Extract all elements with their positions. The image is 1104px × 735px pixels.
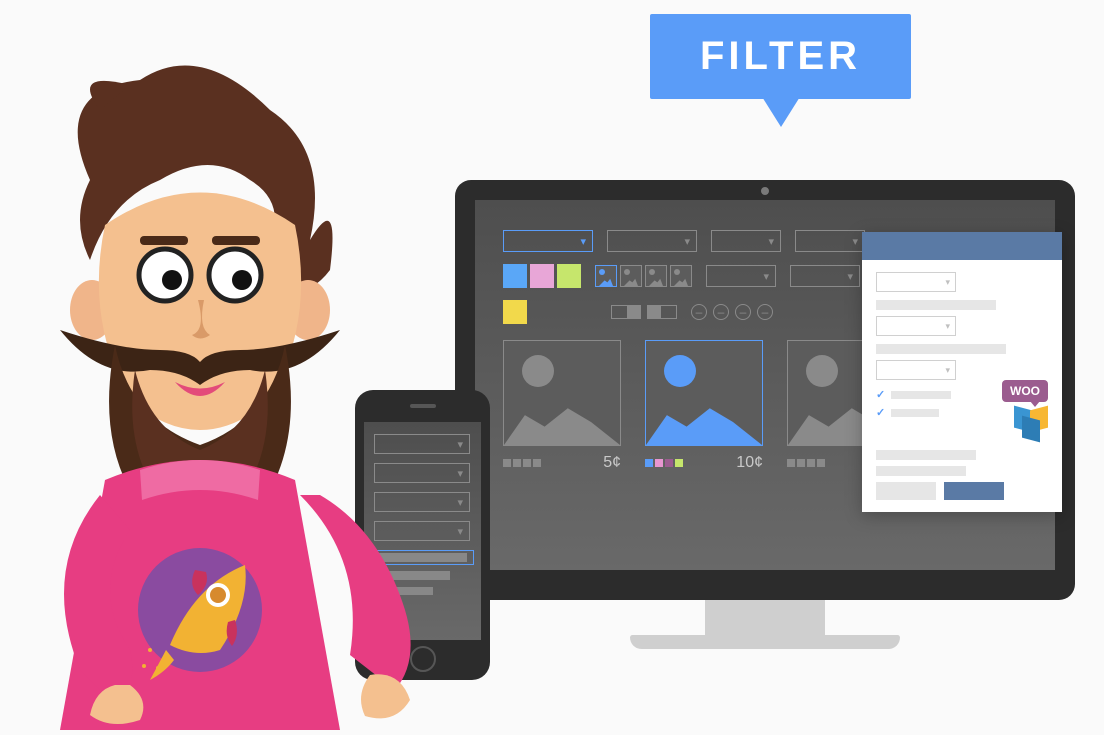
chevron-down-icon: ▾	[945, 365, 950, 376]
panel-header	[862, 232, 1062, 260]
chevron-down-icon: ▾	[768, 235, 774, 248]
radio-option[interactable]: –	[713, 304, 729, 320]
panel-buttons	[876, 482, 1048, 500]
thumbnail-option[interactable]	[620, 265, 642, 287]
chevron-down-icon: ▾	[852, 235, 858, 248]
product-price: 5¢	[603, 454, 621, 472]
thumbnail-option[interactable]	[595, 265, 617, 287]
color-swatch[interactable]	[557, 264, 581, 288]
monitor-stand	[705, 600, 825, 635]
product-swatches	[503, 459, 541, 467]
product-image-icon	[645, 340, 763, 446]
panel-bar	[876, 450, 976, 460]
chevron-down-icon: ▾	[763, 270, 769, 283]
webcam-icon	[761, 187, 769, 195]
dropdown-filter[interactable]: ▾	[706, 265, 776, 287]
dropdown-filter[interactable]: ▾	[790, 265, 860, 287]
chevron-down-icon: ▾	[945, 321, 950, 332]
color-swatch[interactable]	[503, 300, 527, 324]
monitor-base	[630, 635, 900, 649]
panel-dropdown[interactable]: ▾	[876, 360, 956, 380]
radio-option[interactable]: –	[757, 304, 773, 320]
chevron-down-icon: ▾	[847, 270, 853, 283]
dropdown-filter[interactable]: ▾	[795, 230, 865, 252]
panel-dropdown[interactable]: ▾	[876, 272, 956, 292]
product-price: 10¢	[736, 454, 763, 472]
chevron-down-icon: ▾	[457, 496, 463, 509]
filter-callout: FILTER	[650, 14, 911, 99]
product-card[interactable]: 5¢	[503, 340, 621, 472]
dropdown-filter[interactable]: ▾	[503, 230, 593, 252]
toggle-switch[interactable]	[611, 305, 641, 319]
panel-apply-button[interactable]	[944, 482, 1004, 500]
color-swatch[interactable]	[530, 264, 554, 288]
panel-cancel-button[interactable]	[876, 482, 936, 500]
callout-tail	[759, 92, 803, 127]
panel-bar	[876, 300, 996, 310]
product-swatches	[645, 459, 683, 467]
panel-bar	[876, 466, 966, 476]
dropdown-filter[interactable]: ▾	[711, 230, 781, 252]
toggle-switch[interactable]	[647, 305, 677, 319]
filter-label: FILTER	[650, 14, 911, 99]
color-swatch-group	[503, 300, 527, 324]
chevron-down-icon: ▾	[457, 438, 463, 451]
radio-group: – – – –	[691, 304, 773, 320]
radio-option[interactable]: –	[691, 304, 707, 320]
product-card[interactable]: 10¢	[645, 340, 763, 472]
visual-composer-logo-icon	[1014, 408, 1048, 442]
color-swatch[interactable]	[503, 264, 527, 288]
product-image-icon	[503, 340, 621, 446]
thumbnail-option[interactable]	[670, 265, 692, 287]
thumbnail-option[interactable]	[645, 265, 667, 287]
panel-bar	[876, 344, 1006, 354]
thumbnail-group	[595, 265, 692, 287]
mascot-character	[0, 50, 420, 730]
chevron-down-icon: ▾	[457, 467, 463, 480]
toggle-group	[611, 305, 677, 319]
chevron-down-icon: ▾	[684, 235, 690, 248]
filter-panel: ▾ ▾ ▾ WOO	[862, 232, 1062, 512]
color-swatch-group	[503, 264, 581, 288]
chevron-down-icon: ▾	[580, 235, 586, 248]
chevron-down-icon: ▾	[457, 525, 463, 538]
woocommerce-logo-icon: WOO	[1002, 380, 1048, 402]
product-swatches	[787, 459, 825, 467]
chevron-down-icon: ▾	[945, 277, 950, 288]
panel-dropdown[interactable]: ▾	[876, 316, 956, 336]
radio-option[interactable]: –	[735, 304, 751, 320]
dropdown-filter[interactable]: ▾	[607, 230, 697, 252]
